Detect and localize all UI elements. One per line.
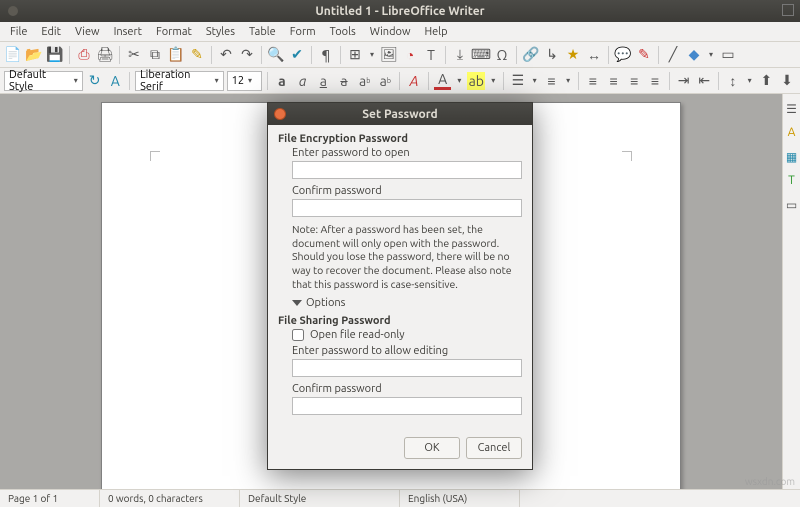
options-expander[interactable]: Options <box>292 297 522 309</box>
dialog-close-button[interactable] <box>274 108 286 120</box>
dialog-title: Set Password <box>362 108 438 121</box>
confirm-edit-password-label: Confirm password <box>292 383 522 395</box>
confirm-password-label: Confirm password <box>292 185 522 197</box>
enter-password-label: Enter password to open <box>292 147 522 159</box>
password-note: Note: After a password has been set, the… <box>292 223 522 291</box>
allow-edit-password-input[interactable] <box>292 359 522 377</box>
open-readonly-checkbox[interactable] <box>292 329 304 341</box>
allow-edit-password-label: Enter password to allow editing <box>292 345 522 357</box>
file-sharing-heading: File Sharing Password <box>278 315 522 327</box>
confirm-password-input[interactable] <box>292 199 522 217</box>
dialog-body: File Encryption Password Enter password … <box>268 125 532 431</box>
file-encryption-heading: File Encryption Password <box>278 133 522 145</box>
open-readonly-label: Open file read-only <box>310 329 405 341</box>
set-password-dialog: Set Password File Encryption Password En… <box>267 102 533 470</box>
confirm-edit-password-input[interactable] <box>292 397 522 415</box>
watermark: wsxdn.com <box>745 476 795 487</box>
dialog-titlebar: Set Password <box>268 103 532 125</box>
modal-overlay: Set Password File Encryption Password En… <box>0 0 800 507</box>
dialog-footer: OK Cancel <box>268 431 532 469</box>
chevron-down-icon <box>292 300 302 306</box>
ok-button[interactable]: OK <box>404 437 460 459</box>
cancel-button[interactable]: Cancel <box>466 437 522 459</box>
options-label: Options <box>306 297 345 309</box>
enter-password-input[interactable] <box>292 161 522 179</box>
